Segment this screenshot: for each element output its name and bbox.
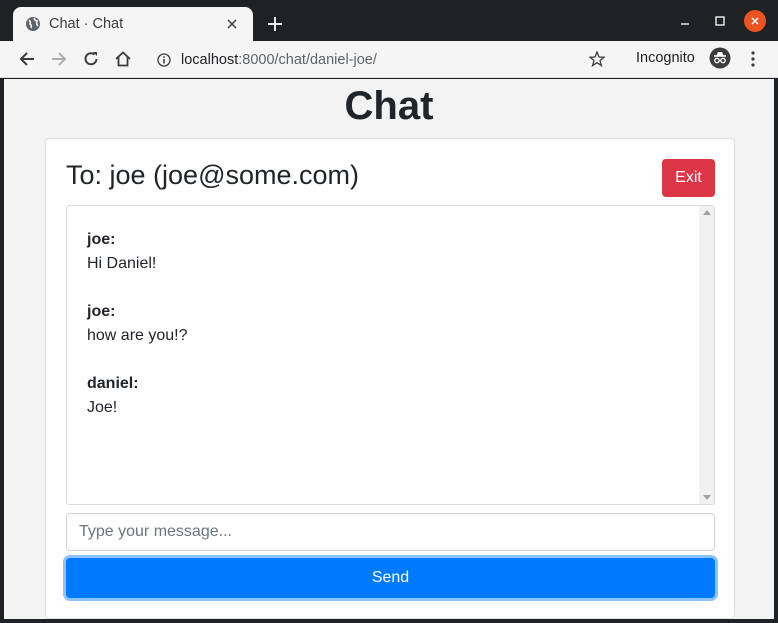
bookmark-star-icon[interactable] xyxy=(587,49,607,69)
exit-button[interactable]: Exit xyxy=(662,159,715,197)
browser-tab[interactable]: Chat · Chat xyxy=(13,7,253,41)
window-border xyxy=(0,78,4,623)
new-tab-button[interactable] xyxy=(263,12,287,36)
message-log[interactable]: joe: Hi Daniel! joe: how are you!? danie… xyxy=(66,205,715,505)
message-input[interactable] xyxy=(66,513,715,551)
tab-title: Chat · Chat xyxy=(49,16,124,32)
window-border xyxy=(0,619,778,623)
message-text: how are you!? xyxy=(87,327,188,344)
incognito-label: Incognito xyxy=(636,50,695,66)
back-button[interactable] xyxy=(15,47,39,71)
info-icon[interactable] xyxy=(156,52,172,68)
message-author: daniel: xyxy=(87,375,139,392)
message-item: daniel: Joe! xyxy=(87,372,677,420)
url-text: localhost:8000/chat/daniel-joe/ xyxy=(181,52,377,68)
home-button[interactable] xyxy=(111,47,135,71)
globe-icon xyxy=(25,16,41,32)
reload-button[interactable] xyxy=(79,47,103,71)
scroll-up-arrow-icon[interactable] xyxy=(703,210,711,215)
message-item: joe: how are you!? xyxy=(87,300,677,348)
more-menu-icon[interactable] xyxy=(744,48,762,70)
address-bar[interactable]: localhost:8000/chat/daniel-joe/ xyxy=(146,45,617,74)
minimize-window-button[interactable] xyxy=(674,10,696,32)
browser-toolbar: localhost:8000/chat/daniel-joe/ Incognit… xyxy=(0,41,778,78)
chat-card: To: joe (joe@some.com) Exit joe: Hi Dani… xyxy=(45,138,735,619)
url-path: :8000/chat/daniel-joe/ xyxy=(238,51,377,68)
message-text: Joe! xyxy=(87,399,118,416)
incognito-icon[interactable] xyxy=(709,47,731,69)
close-window-button[interactable] xyxy=(744,10,766,32)
message-list: joe: Hi Daniel! joe: how are you!? danie… xyxy=(87,228,677,444)
message-author: joe: xyxy=(87,303,116,320)
close-tab-icon[interactable] xyxy=(223,15,241,33)
tab-bar: Chat · Chat xyxy=(0,0,778,41)
message-scrollbar[interactable] xyxy=(699,206,714,504)
page-viewport: Chat To: joe (joe@some.com) Exit joe: Hi… xyxy=(4,79,774,619)
message-text: Hi Daniel! xyxy=(87,255,157,272)
maximize-window-button[interactable] xyxy=(709,10,731,32)
url-host: localhost xyxy=(181,51,239,68)
page-title: Chat xyxy=(344,84,434,128)
send-button[interactable]: Send xyxy=(66,558,715,598)
scroll-down-arrow-icon[interactable] xyxy=(703,495,711,500)
message-item: joe: Hi Daniel! xyxy=(87,228,677,276)
window-border xyxy=(774,78,778,623)
forward-button[interactable] xyxy=(47,47,71,71)
recipient-heading: To: joe (joe@some.com) xyxy=(66,160,360,190)
message-author: joe: xyxy=(87,231,116,248)
